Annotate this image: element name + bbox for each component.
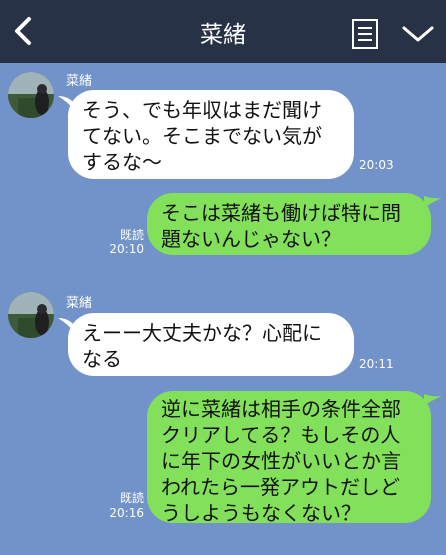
message-bubble-outgoing[interactable]: そこは菜緒も働けば特に問 題ないんじゃない？: [147, 193, 431, 255]
read-receipt: 既読: [119, 491, 144, 505]
chevron-down-icon: [402, 26, 434, 42]
back-button[interactable]: [6, 14, 40, 48]
bubble-tail: [424, 196, 442, 208]
expand-button[interactable]: [400, 22, 436, 46]
message-bubble-incoming[interactable]: えーー大丈夫かな？心配に なる: [68, 313, 354, 376]
avatar-photo-icon: [8, 72, 54, 118]
avatar[interactable]: [8, 72, 54, 118]
chat-title: 菜緒: [200, 21, 246, 48]
chevron-left-icon: [15, 17, 31, 45]
chat-header: 菜緒: [0, 0, 446, 63]
note-list-icon: [352, 19, 378, 49]
message-time: 20:03: [359, 158, 394, 172]
note-button[interactable]: [351, 18, 379, 50]
message-bubble-outgoing[interactable]: 逆に菜緒は相手の条件全部 クリアしてる？もしその人 に年下の女性がいいとか言 わ…: [147, 391, 431, 525]
message-time: 20:11: [359, 357, 394, 371]
read-receipt: 既読: [119, 228, 144, 242]
avatar-photo-icon: [8, 292, 54, 338]
bubble-tail: [424, 394, 442, 406]
message-bubble-incoming[interactable]: そう、でも年収はまだ聞け てない。そこまでない気が するな〜: [68, 90, 354, 179]
message-time: 20:16: [109, 506, 144, 520]
message-time: 20:10: [109, 242, 144, 256]
avatar[interactable]: [8, 292, 54, 338]
sender-name: 菜緒: [66, 74, 93, 89]
sender-name: 菜緒: [66, 296, 93, 311]
